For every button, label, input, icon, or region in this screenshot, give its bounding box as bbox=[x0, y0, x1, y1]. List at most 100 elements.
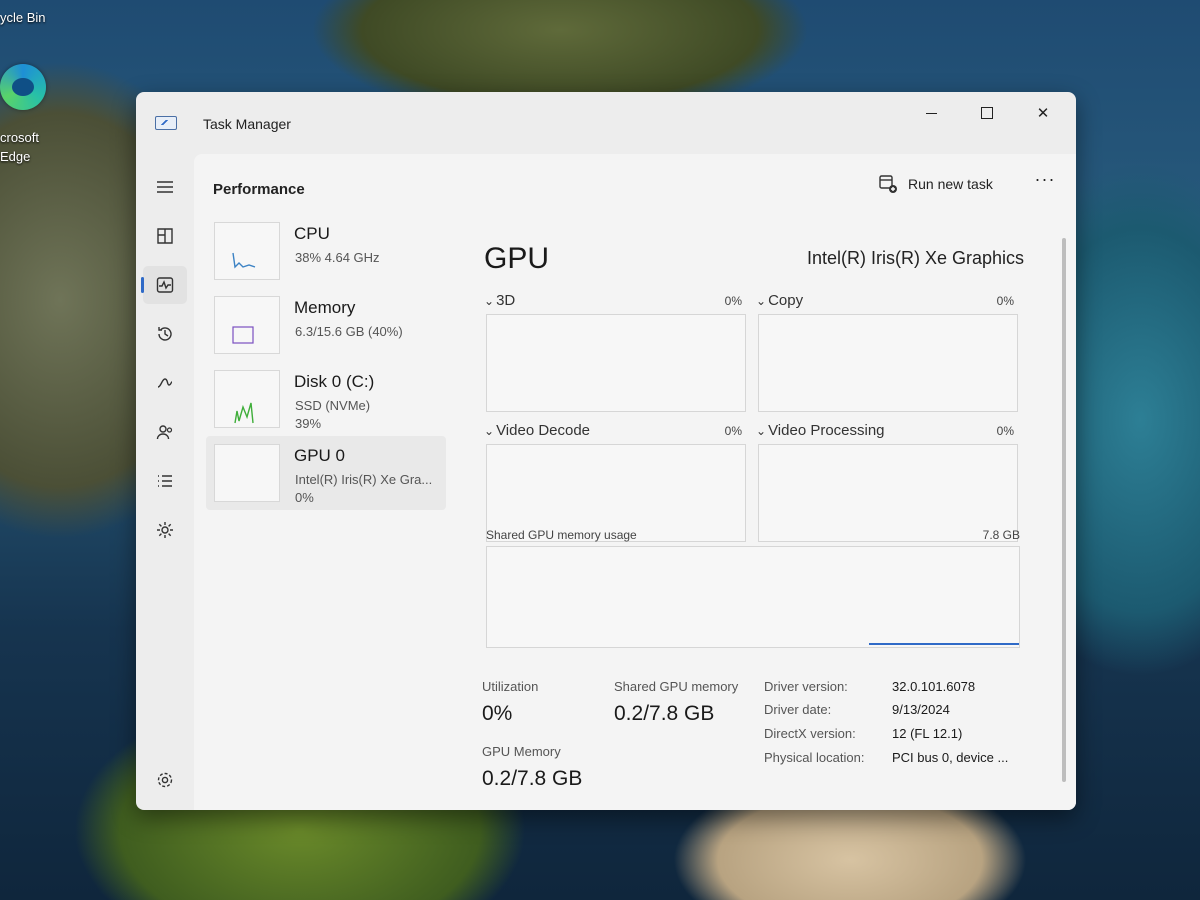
content-pane: Performance Run new task ··· CPU 38% 4.6… bbox=[194, 154, 1076, 810]
cpu-thumbnail-graph bbox=[214, 222, 280, 280]
utilization-value: 0% bbox=[482, 702, 513, 725]
engine-video-decode-percent: 0% bbox=[724, 424, 742, 438]
maximize-button[interactable] bbox=[964, 98, 1010, 128]
nav-item-settings[interactable] bbox=[143, 761, 187, 799]
engine-copy-label: Copy bbox=[768, 292, 804, 309]
memory-title: Memory bbox=[294, 298, 356, 317]
close-button[interactable]: ✕ bbox=[1020, 98, 1066, 128]
disk-thumbnail-graph bbox=[214, 370, 280, 428]
nav-menu-button[interactable] bbox=[143, 168, 187, 206]
list-item-memory[interactable]: Memory 6.3/15.6 GB (40%) bbox=[206, 288, 446, 362]
details-icon bbox=[158, 475, 172, 487]
cpu-title: CPU bbox=[294, 224, 330, 243]
engine-video-processing-percent: 0% bbox=[996, 424, 1014, 438]
scrollbar[interactable] bbox=[1062, 238, 1066, 782]
list-item-gpu[interactable]: GPU 0 Intel(R) Iris(R) Xe Gra... 0% bbox=[206, 436, 446, 510]
title-bar[interactable]: Task Manager ✕ bbox=[136, 92, 1076, 136]
gpu-adapter-text: Intel(R) Iris(R) Xe Gra... bbox=[295, 472, 433, 487]
chevron-down-icon: ⌄ bbox=[484, 424, 495, 438]
performance-icon bbox=[156, 277, 174, 293]
stat-shared-gpu-memory: Shared GPU memory 0.2/7.8 GB bbox=[614, 679, 738, 726]
gpu-detail-panel: GPU Intel(R) Iris(R) Xe Graphics ⌄ 3D 0% … bbox=[482, 214, 1024, 804]
stat-utilization: Utilization 0% bbox=[482, 679, 538, 726]
more-options-button[interactable]: ··· bbox=[1032, 170, 1058, 196]
shared-gpu-memory-label: Shared GPU memory bbox=[614, 679, 739, 694]
resource-list: CPU 38% 4.64 GHz Memory 6.3/15.6 GB (40%… bbox=[206, 214, 446, 810]
physical-location-key: Physical location: bbox=[764, 750, 865, 765]
maximize-icon bbox=[981, 107, 993, 119]
physical-location-value: PCI bus 0, device ... bbox=[892, 750, 1009, 765]
memory-usage-text: 6.3/15.6 GB (40%) bbox=[295, 324, 403, 339]
memory-thumbnail-graph bbox=[214, 296, 280, 354]
driver-version-key: Driver version: bbox=[764, 679, 848, 694]
nav-item-processes[interactable] bbox=[143, 217, 187, 255]
gpu-heading: GPU bbox=[484, 242, 550, 275]
close-icon: ✕ bbox=[1036, 105, 1050, 122]
engine-3d-dropdown[interactable]: ⌄ 3D bbox=[484, 292, 515, 309]
nav-item-app-history[interactable] bbox=[143, 315, 187, 353]
edge-label-line2: Edge bbox=[0, 149, 31, 164]
settings-icon bbox=[157, 772, 173, 788]
stat-gpu-memory: GPU Memory 0.2/7.8 GB bbox=[482, 744, 582, 791]
directx-version-value: 12 (FL 12.1) bbox=[892, 726, 963, 741]
driver-version-value: 32.0.101.6078 bbox=[892, 679, 976, 694]
run-new-task-icon bbox=[879, 175, 897, 193]
engine-video-decode-dropdown[interactable]: ⌄ Video Decode bbox=[484, 422, 590, 439]
driver-date-value: 9/13/2024 bbox=[892, 702, 950, 717]
run-new-task-label: Run new task bbox=[908, 176, 993, 192]
disk-type-text: SSD (NVMe) bbox=[295, 398, 371, 413]
edge-label-line1: crosoft bbox=[0, 130, 40, 145]
minimize-button[interactable] bbox=[908, 98, 954, 128]
gpu-title: GPU 0 bbox=[294, 446, 346, 465]
nav-item-users[interactable] bbox=[143, 413, 187, 451]
gpu-memory-label: GPU Memory bbox=[482, 744, 561, 759]
shared-memory-graph-label: Shared GPU memory usage bbox=[486, 528, 637, 542]
directx-version-key: DirectX version: bbox=[764, 726, 856, 741]
nav-rail bbox=[136, 136, 194, 810]
chevron-down-icon: ⌄ bbox=[756, 294, 767, 308]
engine-3d-label: 3D bbox=[496, 292, 516, 309]
engine-video-processing-dropdown[interactable]: ⌄ Video Processing bbox=[756, 422, 885, 439]
nav-item-startup-apps[interactable] bbox=[143, 364, 187, 402]
engine-video-processing-graph bbox=[758, 444, 1018, 542]
gpu-thumbnail-graph bbox=[214, 444, 280, 502]
task-manager-window: Task Manager ✕ Performance Run new task … bbox=[136, 92, 1076, 810]
gpu-memory-value: 0.2/7.8 GB bbox=[482, 767, 583, 790]
task-manager-app-icon bbox=[155, 116, 177, 130]
engine-copy-graph bbox=[758, 314, 1018, 412]
cpu-usage-text: 38% 4.64 GHz bbox=[295, 250, 380, 265]
processes-icon bbox=[157, 228, 173, 244]
gpu-adapter-name: Intel(R) Iris(R) Xe Graphics bbox=[806, 248, 1024, 268]
driver-date-key: Driver date: bbox=[764, 702, 832, 717]
disk-title: Disk 0 (C:) bbox=[294, 372, 375, 391]
chevron-down-icon: ⌄ bbox=[484, 294, 495, 308]
services-icon bbox=[157, 522, 173, 538]
shared-gpu-memory-value: 0.2/7.8 GB bbox=[614, 702, 715, 725]
list-item-disk[interactable]: Disk 0 (C:) SSD (NVMe) 39% bbox=[206, 362, 446, 436]
window-title: Task Manager bbox=[203, 116, 291, 132]
content-header: Performance Run new task ··· bbox=[194, 154, 1076, 212]
edge-icon[interactable] bbox=[0, 64, 46, 110]
engine-copy-dropdown[interactable]: ⌄ Copy bbox=[756, 292, 803, 309]
minimize-icon bbox=[925, 112, 937, 114]
nav-item-performance[interactable] bbox=[141, 266, 187, 304]
utilization-label: Utilization bbox=[482, 679, 539, 694]
engine-3d-graph bbox=[486, 314, 746, 412]
nav-item-details[interactable] bbox=[143, 462, 187, 500]
engine-video-decode-label: Video Decode bbox=[496, 422, 591, 439]
startup-apps-icon bbox=[157, 378, 173, 388]
desktop-edge-label[interactable]: crosoft Edge bbox=[0, 128, 39, 166]
desktop-recycle-bin-label[interactable]: ycle Bin bbox=[0, 10, 46, 25]
nav-item-services[interactable] bbox=[143, 511, 187, 549]
engine-video-processing-label: Video Processing bbox=[768, 422, 885, 439]
shared-memory-graph bbox=[486, 546, 1020, 648]
hamburger-icon bbox=[157, 181, 173, 193]
disk-usage-text: 39% bbox=[295, 416, 322, 431]
engine-3d-percent: 0% bbox=[724, 294, 742, 308]
page-title: Performance bbox=[213, 181, 305, 198]
gpu-usage-text: 0% bbox=[295, 490, 314, 505]
list-item-cpu[interactable]: CPU 38% 4.64 GHz bbox=[206, 214, 446, 288]
chevron-down-icon: ⌄ bbox=[756, 424, 767, 438]
engine-copy-percent: 0% bbox=[996, 294, 1014, 308]
run-new-task-button[interactable]: Run new task bbox=[878, 170, 993, 198]
